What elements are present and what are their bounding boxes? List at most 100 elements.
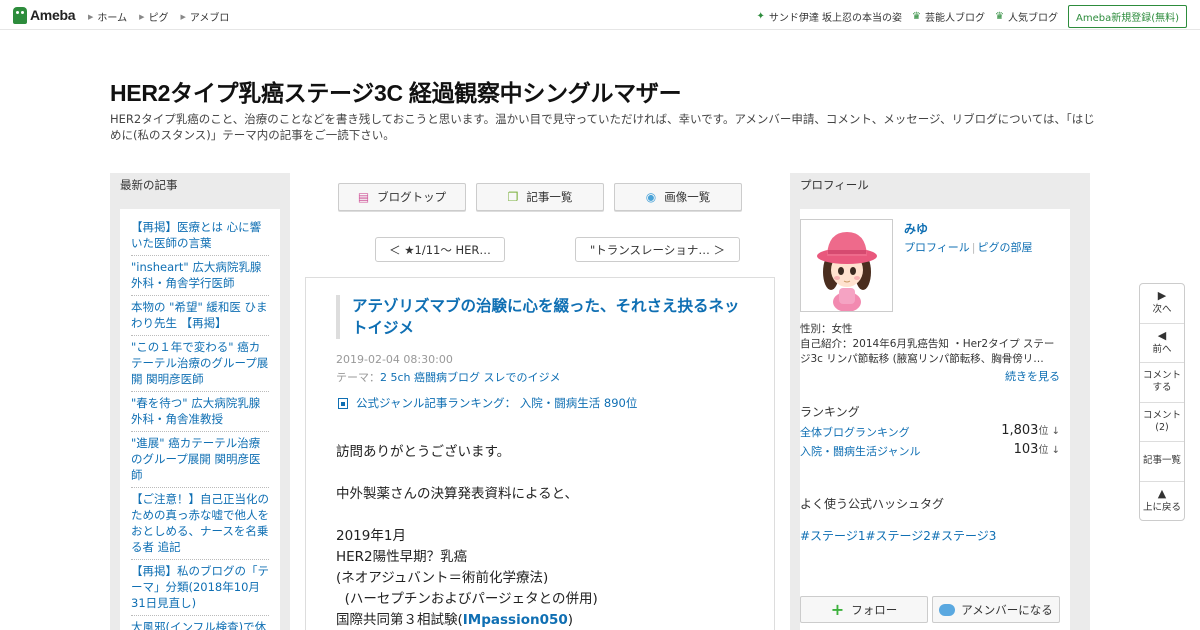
body-line: (ネオアジュバント＝術前化学療法) <box>336 570 549 586</box>
list-item[interactable]: "この１年で変わる" 癌カテーテル治療のグループ展開 関明彦医師 <box>131 336 269 392</box>
overall-ranking-value: 1,803位 ↓ <box>1001 422 1060 438</box>
crown-icon: ♛ <box>995 11 1004 22</box>
amember-button[interactable]: アメンバーになる <box>932 596 1060 623</box>
list-item[interactable]: 本物の "希望" 緩和医 ひまわり先生 【再掲】 <box>131 296 269 336</box>
pigg-room-link[interactable]: ピグの部屋 <box>978 241 1033 254</box>
genre-rank-number: 103 <box>1013 442 1039 457</box>
hashtag-link[interactable]: #ステージ3 <box>931 527 996 544</box>
profile-heading: プロフィール <box>800 178 869 192</box>
list-item[interactable]: 【再掲】私のブログの「テーマ」分類(2018年10月31日見直し) <box>131 560 269 616</box>
write-comment-button[interactable]: コメント する <box>1140 363 1184 403</box>
play-icon: ▶ <box>1157 289 1167 303</box>
celebrity-blog-label: 芸能人ブログ <box>925 13 986 24</box>
amember-label: アメンバーになる <box>961 602 1053 617</box>
blog-top-label: ブログトップ <box>377 190 447 204</box>
recent-entries-list: 【再掲】医療とは 心に響いた医師の言葉 "insheart" 広大病院乳腺外科・… <box>120 209 280 630</box>
body-line: 中外製薬さんの決算発表資料によると、 <box>336 486 579 502</box>
nav-home[interactable]: ▶ ホーム <box>88 9 128 25</box>
nav-home-label: ホーム <box>97 13 128 24</box>
copy-icon: ❐ <box>507 190 519 204</box>
list-item[interactable]: 【ご注意！】自己正当化のための真っ赤な嘘で他人をおとしめる、ナースを名乗る者 追… <box>131 488 269 560</box>
ranking-row-genre: 入院・闘病生活ジャンル 103位 ↓ <box>800 441 1060 459</box>
trending-link-label: サンド伊達 坂上忍の本当の姿 <box>768 13 903 24</box>
ameba-logo-icon <box>13 6 27 24</box>
genre-ranking-sidebar-link[interactable]: 入院・闘病生活ジャンル <box>800 445 920 458</box>
ranking-heading: ランキング <box>800 405 860 419</box>
avatar[interactable] <box>800 219 893 312</box>
profile-intro: 自己紹介：2014年6月乳癌告知 ・Her2タイプ ステージ3c リンパ節転移 … <box>800 338 1055 365</box>
follow-button[interactable]: + フォロー <box>800 596 928 623</box>
genre-ranking-link[interactable]: 公式ジャンル記事ランキング： 入院・闘病生活 890位 <box>338 395 637 411</box>
body-line: 訪問ありがとうございます。 <box>336 444 511 460</box>
blog-top-button[interactable]: ▤ ブログトップ <box>338 183 466 211</box>
prev-entry-float-button[interactable]: ◀ 前へ <box>1140 324 1184 363</box>
global-nav: ▶ ホーム ▶ ピグ ▶ アメブロ <box>88 9 241 25</box>
chevron-right-icon: ▶ <box>180 12 186 21</box>
profile-box: みゆ プロフィール | ピグの部屋 性別：女性 自己紹介：2014年6月乳癌告知 ・… <box>800 209 1070 630</box>
read-more-link[interactable]: 続きを見る <box>1005 368 1060 384</box>
profile-links: プロフィール | ピグの部屋 <box>904 239 1033 255</box>
list-item[interactable]: 大風邪(インフル検査)で休 <box>131 616 269 630</box>
nav-ameblo[interactable]: ▶ アメブロ <box>180 9 230 25</box>
camera-icon: ◉ <box>645 190 657 204</box>
list-item[interactable]: "insheart" 広大病院乳腺外科・角舎学行医師 <box>131 256 269 296</box>
body-line: (ハーセプチンおよびパージェタとの併用) <box>336 591 598 607</box>
ranking-icon <box>338 397 348 409</box>
profile-link[interactable]: プロフィール <box>904 241 970 254</box>
genre-rank-unit: 位 ↓ <box>1038 445 1060 456</box>
entry-theme: テーマ：2 5ch 癌闘病ブログ スレでのイジメ <box>336 369 561 385</box>
hashtag-link[interactable]: #ステージ1 <box>800 527 865 544</box>
global-header: Ameba ▶ ホーム ▶ ピグ ▶ アメブロ ✦ サンド伊達 坂上忍の本当の姿 ♛ 芸能… <box>0 0 1200 30</box>
back-to-top-button[interactable]: ▲ 上に戻る <box>1140 482 1184 522</box>
nav-ameblo-label: アメブロ <box>189 13 230 24</box>
profile-sidebar: プロフィール みゆ プロフィール | ピグの部屋 性別：女性 自己紹介：2014… <box>790 173 1090 630</box>
entry-list-label: 記事一覧 <box>526 190 573 204</box>
chat-icon <box>939 603 956 616</box>
genre-ranking-value: 103位 ↓ <box>1014 441 1060 457</box>
celebrity-blog-link[interactable]: ♛ 芸能人ブログ <box>912 9 985 24</box>
header-links: ✦ サンド伊達 坂上忍の本当の姿 ♛ 芸能人ブログ ♛ 人気ブログ Ameba新規登録… <box>756 5 1187 28</box>
nav-pigg[interactable]: ▶ ピグ <box>139 9 169 25</box>
next-entry-button[interactable]: "トランスレーショナ… ＞ <box>575 237 740 262</box>
overall-rank-unit: 位 ↓ <box>1038 426 1060 437</box>
profile-name[interactable]: みゆ <box>904 220 928 237</box>
follow-label: フォロー <box>851 602 898 617</box>
nav-pigg-label: ピグ <box>148 13 169 24</box>
entry-list-float-button[interactable]: 記事一覧 <box>1140 442 1184 482</box>
entry-title[interactable]: アテゾリズマブの治験に心を綴った、それさえ抉るネットイジメ <box>336 295 741 339</box>
blog-title[interactable]: HER2タイプ乳癌ステージ3C 経過観察中シングルマザー <box>110 74 682 108</box>
ranking-row-overall: 全体ブログランキング 1,803位 ↓ <box>800 422 1060 440</box>
genre-ranking-text: 公式ジャンル記事ランキング： 入院・闘病生活 890位 <box>356 396 638 410</box>
hashtag-list: #ステージ1 #ステージ2 #ステージ3 <box>800 527 996 544</box>
blog-description: HER2タイプ乳癌のこと、治療のことなどを書き残しておこうと思います。温かい目で… <box>110 112 1095 142</box>
hashtag-link[interactable]: #ステージ2 <box>865 527 930 544</box>
list-item[interactable]: "春を待つ" 広大病院乳腺外科・角舎准教授 <box>131 392 269 432</box>
signup-button[interactable]: Ameba新規登録(無料) <box>1067 5 1187 28</box>
blog-nav-buttons: ▤ ブログトップ ❐ 記事一覧 ◉ 画像一覧 <box>338 183 752 211</box>
body-line: HER2陽性早期？乳癌 <box>336 549 468 565</box>
comments-button[interactable]: コメント (2) <box>1140 403 1184 442</box>
prev-entry-button[interactable]: ＜ ★1/11～ HER… <box>375 237 505 262</box>
entry-article: アテゾリズマブの治験に心を綴った、それさえ抉るネットイジメ 2019-02-04… <box>305 277 775 630</box>
entry-body: 訪問ありがとうございます。 中外製薬さんの決算発表資料によると、 2019年1月… <box>336 442 598 630</box>
list-item[interactable]: 【再掲】医療とは 心に響いた医師の言葉 <box>131 209 269 256</box>
arrow-up-icon: ▲ <box>1157 487 1167 501</box>
trending-link[interactable]: ✦ サンド伊達 坂上忍の本当の姿 <box>756 9 902 24</box>
ameba-logo[interactable]: Ameba <box>13 6 75 24</box>
body-line: 国際共同第３相試験( <box>336 612 463 628</box>
entry-list-button[interactable]: ❐ 記事一覧 <box>476 183 604 211</box>
entry-date: 2019-02-04 08:30:00 <box>336 353 453 366</box>
image-list-button[interactable]: ◉ 画像一覧 <box>614 183 742 211</box>
next-label: 次へ <box>1152 304 1172 316</box>
list-item[interactable]: "進展" 癌カテーテル治療のグループ展開 関明彦医師 <box>131 432 269 488</box>
body-line: 2019年1月 <box>336 528 406 544</box>
popular-blog-link[interactable]: ♛ 人気ブログ <box>995 9 1058 24</box>
entry-theme-link[interactable]: 2 5ch 癌闘病ブログ スレでのイジメ <box>380 371 561 384</box>
next-entry-float-button[interactable]: ▶ 次へ <box>1140 284 1184 324</box>
back-to-top-label: 上に戻る <box>1142 502 1181 514</box>
recent-entries-heading: 最新の記事 <box>120 178 178 192</box>
overall-ranking-link[interactable]: 全体ブログランキング <box>800 426 910 439</box>
recent-entries-sidebar: 最新の記事 【再掲】医療とは 心に響いた医師の言葉 "insheart" 広大病… <box>110 173 290 630</box>
hashtag-heading: よく使う公式ハッシュタグ <box>800 497 945 511</box>
document-icon: ▤ <box>357 190 370 204</box>
